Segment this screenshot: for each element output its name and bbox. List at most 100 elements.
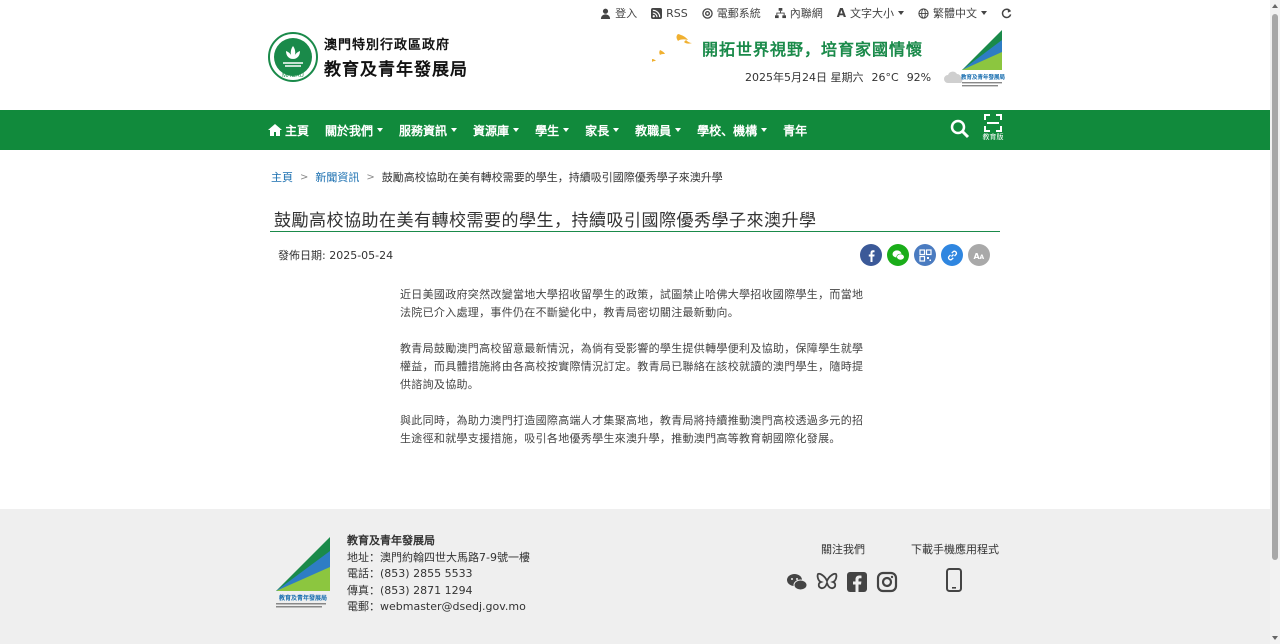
wechat-share-button[interactable] xyxy=(887,244,909,266)
page: { "utility": { "login": "登入", "rss": "RS… xyxy=(0,0,1280,644)
nav-item[interactable]: 主頁 xyxy=(268,110,317,150)
copy-link-button[interactable] xyxy=(941,244,963,266)
nav-item[interactable]: 學校、機構 xyxy=(689,110,775,150)
intranet-link[interactable]: 內聯網 xyxy=(774,5,823,21)
qrcode-icon xyxy=(918,248,932,262)
chevron-down-icon xyxy=(513,128,520,132)
share-bar: AA xyxy=(860,244,990,266)
chevron-down-icon xyxy=(377,128,384,132)
bureau-name: 教育及青年發展局 xyxy=(324,60,468,80)
weather-widget: 2025年5月24日 星期六 26°C 92% xyxy=(745,69,965,85)
scan-icon xyxy=(984,114,1002,132)
brand-logo-text: 教育及青年發展局 xyxy=(960,73,1006,81)
site-logo[interactable]: MACAU 澳門特別行政區政府 教育及青年發展局 xyxy=(268,32,468,82)
scroll-down-arrow[interactable] xyxy=(1272,636,1278,640)
nav-tools: 教育版 xyxy=(950,114,1004,144)
rss-label: RSS xyxy=(666,6,688,20)
font-size-button[interactable]: AA xyxy=(968,244,990,266)
qrcode-scanner-button[interactable]: 教育版 xyxy=(982,114,1004,144)
intranet-label: 內聯網 xyxy=(789,7,823,20)
slogan-banner: 開拓世界視野，培育家國情懷 xyxy=(650,30,950,66)
article-title: 鼓勵高校協助在美有轉校需要的學生，持續吸引國際優秀學子來澳升學 xyxy=(274,211,817,231)
email-system-label: 電郵系統 xyxy=(716,7,761,20)
nav-item[interactable]: 服務資訊 xyxy=(391,110,465,150)
footer-bureau-name: 教育及青年發展局 xyxy=(347,534,435,547)
chevron-down-icon xyxy=(761,128,768,132)
at-icon xyxy=(701,7,713,19)
qr-label: 教育版 xyxy=(982,133,1004,141)
user-icon xyxy=(601,8,611,19)
article-body: 近日美國政府突然改變當地大學招收留學生的政策，試圖禁止哈佛大學招收國際學生，而當… xyxy=(400,286,870,466)
facebook-icon[interactable] xyxy=(846,571,868,593)
nav-item[interactable]: 關於我們 xyxy=(317,110,391,150)
footer-logo-text: 教育及青年發展局 xyxy=(278,594,327,602)
nav-item[interactable]: 教職員 xyxy=(627,110,689,150)
nav-item[interactable]: 學生 xyxy=(527,110,577,150)
nav-item-label: 家長 xyxy=(585,123,610,138)
article-paragraph: 近日美國政府突然改變當地大學招收留學生的政策，試圖禁止哈佛大學招收國際學生，而當… xyxy=(400,288,864,319)
nav-item-label: 主頁 xyxy=(285,123,310,138)
language-menu[interactable]: 繁體中文 xyxy=(918,5,987,21)
font-size-menu[interactable]: A 文字大小 xyxy=(837,5,904,21)
nav-item-label: 學生 xyxy=(535,123,560,138)
follow-us-label: 關注我們 xyxy=(821,543,865,556)
page-scrollbar[interactable] xyxy=(1270,0,1280,644)
breadcrumb-home[interactable]: 主頁 xyxy=(271,169,293,185)
font-a-icon: A xyxy=(836,6,846,20)
utility-bar: 登入 RSS 電郵系統 內聯網 A 文字大小 繁體中文 xyxy=(600,5,1012,21)
breadcrumb: 主頁 > 新聞資訊 > 鼓勵高校協助在美有轉校需要的學生，持續吸引國際優秀學子來… xyxy=(271,169,723,185)
article-paragraph: 教青局鼓勵澳門高校留意最新情況，為倘有受影響的學生提供轉學便利及協助，保障學生就… xyxy=(400,342,864,391)
facebook-share-button[interactable] xyxy=(860,244,882,266)
nav-item-label: 服務資訊 xyxy=(399,123,448,138)
link-icon xyxy=(947,250,957,260)
chevron-down-icon xyxy=(981,11,987,15)
scrollbar-thumb[interactable] xyxy=(1272,14,1278,560)
gov-name: 澳門特別行政區政府 xyxy=(324,38,451,53)
footer-logo[interactable]: 教育及青年發展局 xyxy=(274,533,332,609)
font-size-icon: AA xyxy=(973,252,984,261)
contact-info: 教育及青年發展局 地址：澳門約翰四世大馬路7-9號一樓 電話：(853) 285… xyxy=(347,533,530,616)
nav-item-label: 學校、機構 xyxy=(697,123,758,138)
nav-item[interactable]: 青年 xyxy=(775,110,815,150)
breadcrumb-separator: > xyxy=(366,171,375,183)
email-system-link[interactable]: 電郵系統 xyxy=(701,5,761,21)
butterfly-icon[interactable] xyxy=(816,571,838,593)
scroll-up-arrow[interactable] xyxy=(1272,4,1278,8)
nav-item[interactable]: 資源庫 xyxy=(465,110,527,150)
nav-item-label: 資源庫 xyxy=(473,123,510,138)
rss-link[interactable]: RSS xyxy=(651,7,688,20)
language-label: 繁體中文 xyxy=(933,7,977,20)
nav-item[interactable]: 家長 xyxy=(577,110,627,150)
slogan-text: 開拓世界視野，培育家國情懷 xyxy=(702,40,924,59)
facebook-icon xyxy=(868,249,875,262)
social-links xyxy=(786,571,898,593)
home-icon xyxy=(268,124,282,136)
footer-address: 地址：澳門約翰四世大馬路7-9號一樓 xyxy=(347,550,530,564)
macau-emblem-icon: MACAU xyxy=(268,32,318,82)
nav-item-label: 關於我們 xyxy=(325,123,374,138)
emblem-text: MACAU xyxy=(282,73,304,79)
breadcrumb-current: 鼓勵高校協助在美有轉校需要的學生，持續吸引國際優秀學子來澳升學 xyxy=(381,171,723,184)
refresh-icon xyxy=(1001,7,1012,18)
site-header: 登入 RSS 電郵系統 內聯網 A 文字大小 繁體中文 MACAU 澳門特別行政… xyxy=(0,0,1280,110)
instagram-icon[interactable] xyxy=(876,571,898,593)
chevron-down-icon xyxy=(563,128,570,132)
qrcode-share-button[interactable] xyxy=(914,244,936,266)
footer-fax: 傳真：(853) 2871 1294 xyxy=(347,583,473,597)
chevron-down-icon xyxy=(613,128,620,132)
dsedj-brand-logo[interactable]: 教育及青年發展局 xyxy=(958,26,1008,90)
wechat-icon xyxy=(892,249,905,260)
login-link[interactable]: 登入 xyxy=(600,5,637,21)
chevron-down-icon xyxy=(675,128,682,132)
footer-email[interactable]: 電郵：webmaster@dsedj.gov.mo xyxy=(347,599,530,616)
globe-icon xyxy=(918,7,929,19)
refresh-button[interactable] xyxy=(1001,7,1012,19)
dove-icon xyxy=(652,34,692,62)
nav-item-label: 教職員 xyxy=(635,123,672,138)
wechat-icon[interactable] xyxy=(786,571,808,593)
search-icon[interactable] xyxy=(950,119,970,139)
breadcrumb-news[interactable]: 新聞資訊 xyxy=(315,169,359,185)
weather-humidity: 92% xyxy=(906,70,932,84)
mobile-phone-icon[interactable] xyxy=(945,568,963,592)
font-size-label: 文字大小 xyxy=(850,7,894,20)
